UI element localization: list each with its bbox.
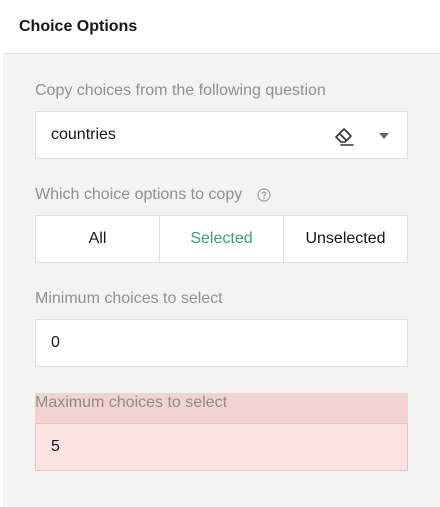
max-choices-label: Maximum choices to select: [35, 394, 228, 411]
segment-unselected[interactable]: Unselected: [283, 216, 407, 262]
copy-choices-value: countries: [51, 126, 116, 143]
max-choices-value: 5: [51, 438, 60, 455]
copy-choices-dropdown[interactable]: countries: [35, 111, 408, 159]
min-choices-label: Minimum choices to select: [35, 290, 223, 307]
segment-all[interactable]: All: [36, 216, 159, 262]
question-circle-icon[interactable]: [257, 188, 271, 202]
chevron-down-icon[interactable]: [376, 130, 392, 142]
choice-options-panel: Choice Options Copy choices from the fol…: [3, 0, 440, 507]
min-choices-input[interactable]: 0: [35, 319, 408, 367]
panel-title: Choice Options: [19, 18, 138, 35]
copy-choices-label: Copy choices from the following question: [35, 82, 326, 99]
choice-options-label: Which choice options to copy: [35, 186, 243, 203]
eraser-icon[interactable]: [332, 124, 356, 148]
panel-header[interactable]: Choice Options: [3, 0, 440, 54]
max-choices-input[interactable]: 5: [35, 423, 408, 471]
min-choices-value: 0: [51, 334, 60, 351]
segment-selected[interactable]: Selected: [159, 216, 283, 262]
choice-options-segmented-control: All Selected Unselected: [35, 215, 408, 263]
